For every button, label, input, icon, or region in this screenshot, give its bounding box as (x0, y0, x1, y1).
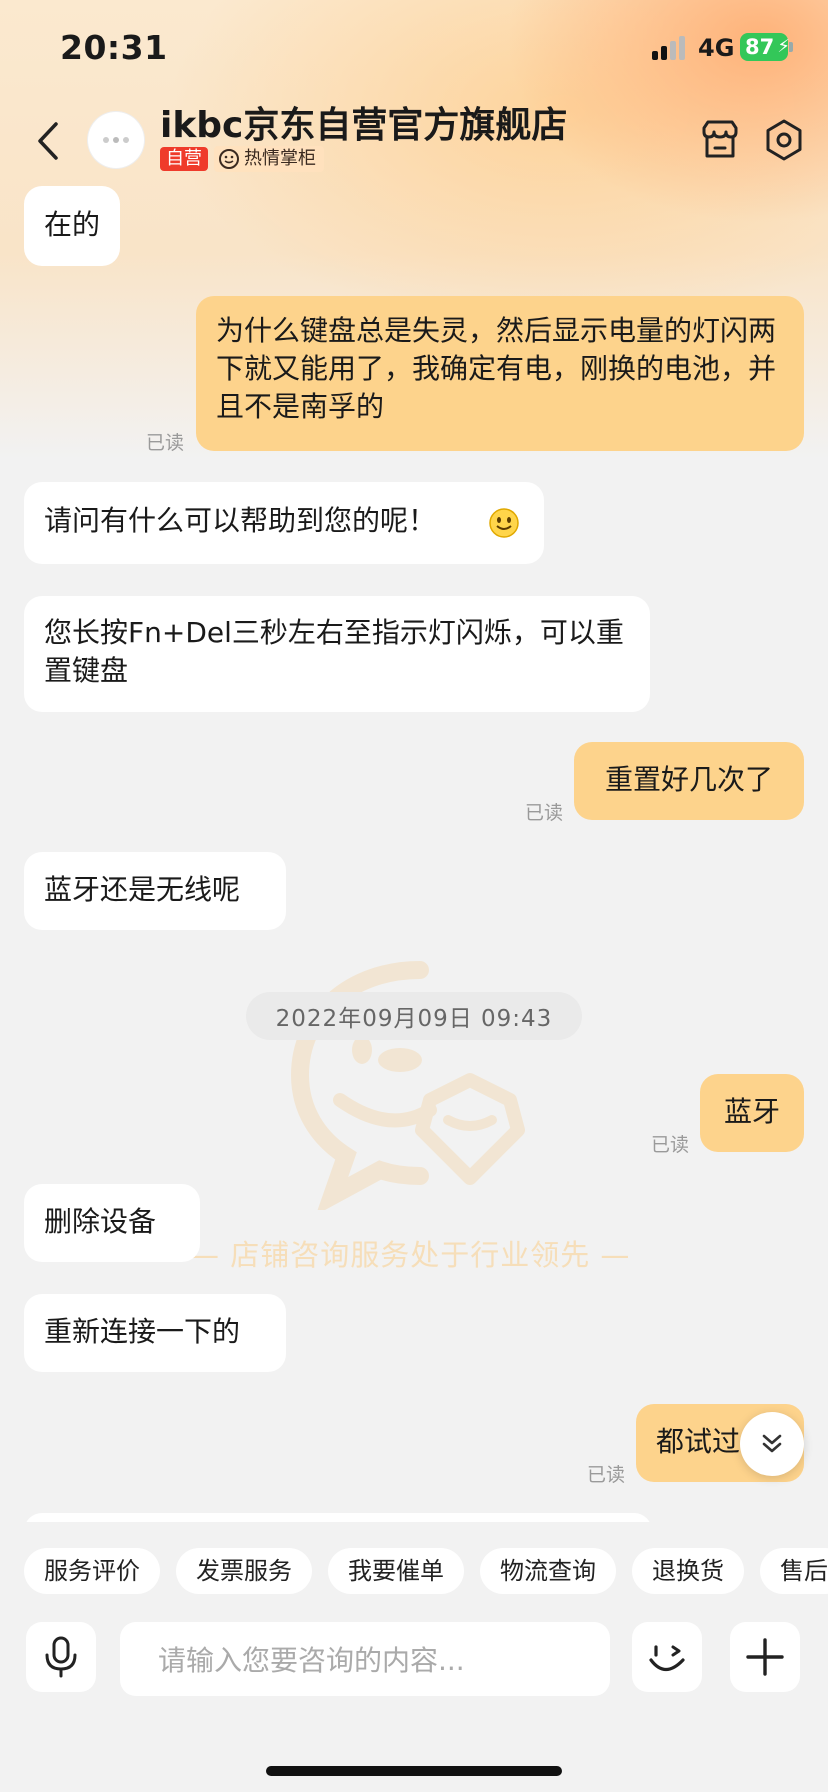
message-bubble-agent: 在的 (24, 186, 121, 266)
message-bubble-user: 重置好几次了 (574, 742, 804, 820)
shop-avatar[interactable] (88, 112, 144, 168)
message-bubble-agent: 请问有什么可以帮助到您的呢！ (24, 482, 544, 564)
timestamp-pill: 2022年09月09日 09:43 (246, 992, 582, 1040)
shop-logo-icon (103, 137, 129, 143)
hot-seller-label: 热情掌柜 (244, 148, 316, 169)
read-receipt: 已读 (587, 1464, 626, 1486)
shop-name[interactable]: ikbc京东自营官方旗舰店 (160, 96, 567, 148)
back-icon[interactable] (30, 118, 70, 164)
smile-emoji-icon (489, 508, 519, 538)
chip-logistics[interactable]: 物流查询 (480, 1548, 616, 1594)
chip-service-review[interactable]: 服务评价 (24, 1548, 160, 1594)
chip-return-exchange[interactable]: 退换货 (632, 1548, 744, 1594)
message-bubble-agent: 您长按Fn+Del三秒左右至指示灯闪烁，可以重置键盘 (24, 596, 650, 712)
signal-icon (652, 36, 688, 60)
plus-icon (746, 1638, 784, 1676)
message-bubble-agent: 蓝牙还是无线呢 (24, 852, 286, 930)
double-chevron-down-icon (762, 1434, 782, 1453)
battery-level: 87 (745, 35, 775, 59)
message-bubble-user: 蓝牙 (700, 1074, 804, 1152)
message-bubble-agent: 删除设备 (24, 1184, 200, 1262)
message-bubble-user: 为什么键盘总是失灵，然后显示电量的灯闪两下就又能用了，我确定有电，刚换的电池，并… (196, 296, 804, 451)
more-button[interactable] (730, 1622, 800, 1692)
quick-actions-bar: 服务评价 发票服务 我要催单 物流查询 退换货 售后 (24, 1548, 828, 1594)
settings-icon[interactable] (762, 118, 806, 162)
read-receipt: 已读 (525, 802, 564, 824)
smile-badge-icon (219, 149, 239, 169)
network-label: 4G (698, 34, 735, 62)
read-receipt: 已读 (651, 1134, 690, 1156)
watermark-text: — 店铺咨询服务处于行业领先 — (190, 1238, 631, 1272)
microphone-icon (45, 1636, 77, 1678)
home-indicator[interactable] (266, 1766, 562, 1776)
scroll-to-bottom-button[interactable] (740, 1412, 804, 1476)
status-time: 20:31 (60, 28, 168, 67)
message-input[interactable]: 请输入您要咨询的内容... (120, 1622, 610, 1696)
emoji-button[interactable] (632, 1622, 702, 1692)
chip-after-sales[interactable]: 售后 (760, 1548, 828, 1594)
message-text: 请问有什么可以帮助到您的呢！ (44, 504, 437, 537)
chip-invoice-service[interactable]: 发票服务 (176, 1548, 312, 1594)
battery-cap (789, 42, 793, 52)
store-icon[interactable] (698, 118, 742, 162)
wink-emoji-icon (649, 1645, 685, 1672)
hot-seller-badge: 热情掌柜 (214, 146, 324, 172)
voice-button[interactable] (26, 1622, 96, 1692)
self-operated-badge: 自营 (160, 147, 208, 171)
message-bubble-agent: 重新连接一下的 (24, 1294, 286, 1372)
read-receipt: 已读 (146, 432, 185, 454)
battery-icon: 87 ⚡ (740, 33, 790, 61)
chip-urge-order[interactable]: 我要催单 (328, 1548, 464, 1594)
